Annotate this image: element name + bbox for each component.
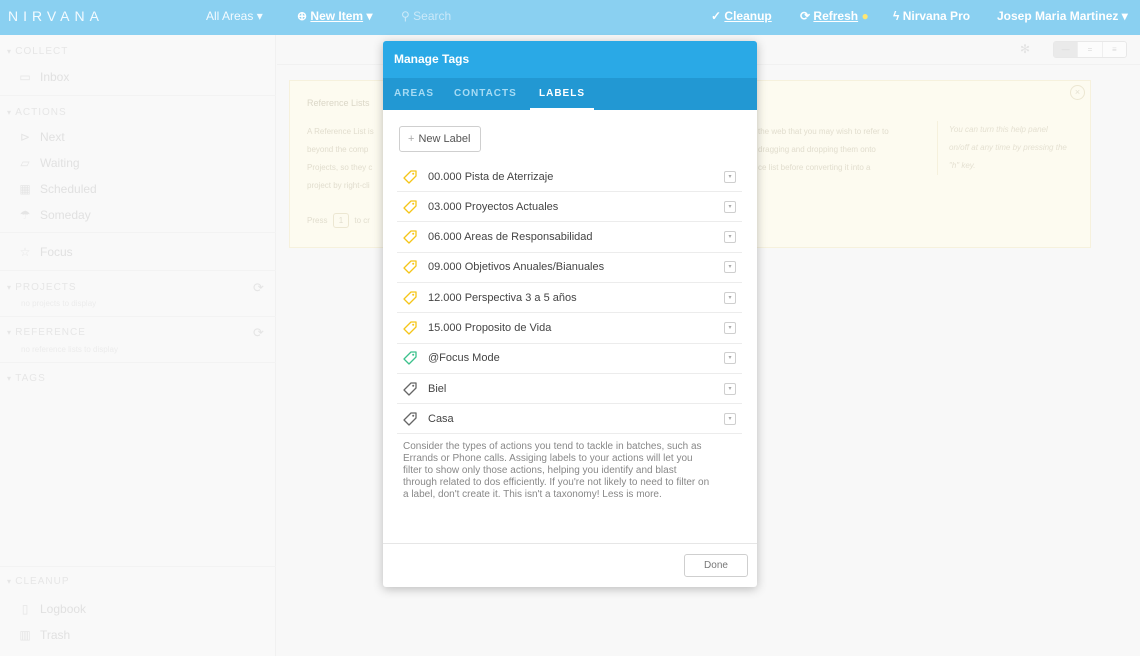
- label-name: Biel: [428, 382, 447, 395]
- label-options-dropdown[interactable]: ▾: [724, 352, 736, 365]
- label-row[interactable]: @Focus Mode ▾: [397, 344, 742, 374]
- tag-icon: [403, 321, 417, 335]
- label-name: Casa: [428, 412, 454, 425]
- label-row[interactable]: 03.000 Proyectos Actuales ▾: [397, 192, 742, 223]
- tag-icon: [403, 169, 417, 184]
- label-name: 15.000 Proposito de Vida: [428, 322, 552, 334]
- label-row[interactable]: Biel ▾: [397, 374, 742, 405]
- tab-labels[interactable]: LABELS: [530, 78, 594, 110]
- tag-icon: [403, 412, 417, 426]
- new-label-button[interactable]: + New Label: [399, 126, 482, 152]
- label-name: 09.000 Objetivos Anuales/Bianuales: [428, 261, 605, 274]
- label-name: 12.000 Perspectiva 3 a 5 años: [428, 291, 577, 304]
- label-name: @Focus Mode: [428, 352, 500, 365]
- label-options-dropdown[interactable]: ▾: [724, 200, 736, 213]
- label-options-dropdown[interactable]: ▾: [724, 231, 736, 244]
- label-name: 03.000 Proyectos Actuales: [428, 200, 559, 213]
- tag-icon: [403, 381, 417, 396]
- plus-icon: +: [408, 133, 415, 145]
- dialog-footer-divider: [383, 543, 757, 544]
- label-row[interactable]: 00.000 Pista de Aterrizaje ▾: [397, 162, 742, 192]
- label-name: 00.000 Pista de Aterrizaje: [428, 170, 554, 183]
- manage-tags-dialog: Manage Tags AREAS CONTACTS LABELS + New L…: [383, 41, 757, 587]
- done-button[interactable]: Done: [684, 554, 748, 577]
- label-options-dropdown[interactable]: ▾: [724, 170, 736, 183]
- label-options-dropdown[interactable]: ▾: [724, 322, 736, 334]
- tag-tabs: AREAS CONTACTS LABELS: [383, 78, 757, 110]
- label-options-dropdown[interactable]: ▾: [724, 291, 736, 304]
- tag-icon: [403, 351, 417, 365]
- label-row[interactable]: 09.000 Objetivos Anuales/Bianuales ▾: [397, 253, 742, 283]
- dialog-title: Manage Tags: [383, 41, 757, 78]
- label-options-dropdown[interactable]: ▾: [724, 412, 736, 425]
- tag-icon: [403, 260, 417, 275]
- label-name: 06.000 Areas de Responsabilidad: [428, 231, 593, 244]
- tag-icon: [403, 200, 417, 214]
- label-row[interactable]: 12.000 Perspectiva 3 a 5 años ▾: [397, 283, 742, 314]
- label-row[interactable]: Casa ▾: [397, 404, 742, 435]
- tag-icon: [403, 291, 417, 305]
- tag-icon: [403, 230, 417, 244]
- new-label-text: New Label: [418, 133, 471, 145]
- tab-contacts[interactable]: CONTACTS: [454, 78, 517, 110]
- label-row[interactable]: 15.000 Proposito de Vida ▾: [397, 314, 742, 344]
- label-options-dropdown[interactable]: ▾: [724, 382, 736, 395]
- label-row[interactable]: 06.000 Areas de Responsabilidad ▾: [397, 223, 742, 253]
- tab-areas[interactable]: AREAS: [394, 78, 434, 110]
- labels-help-text: Consider the types of actions you tend t…: [403, 441, 710, 500]
- label-options-dropdown[interactable]: ▾: [724, 261, 736, 274]
